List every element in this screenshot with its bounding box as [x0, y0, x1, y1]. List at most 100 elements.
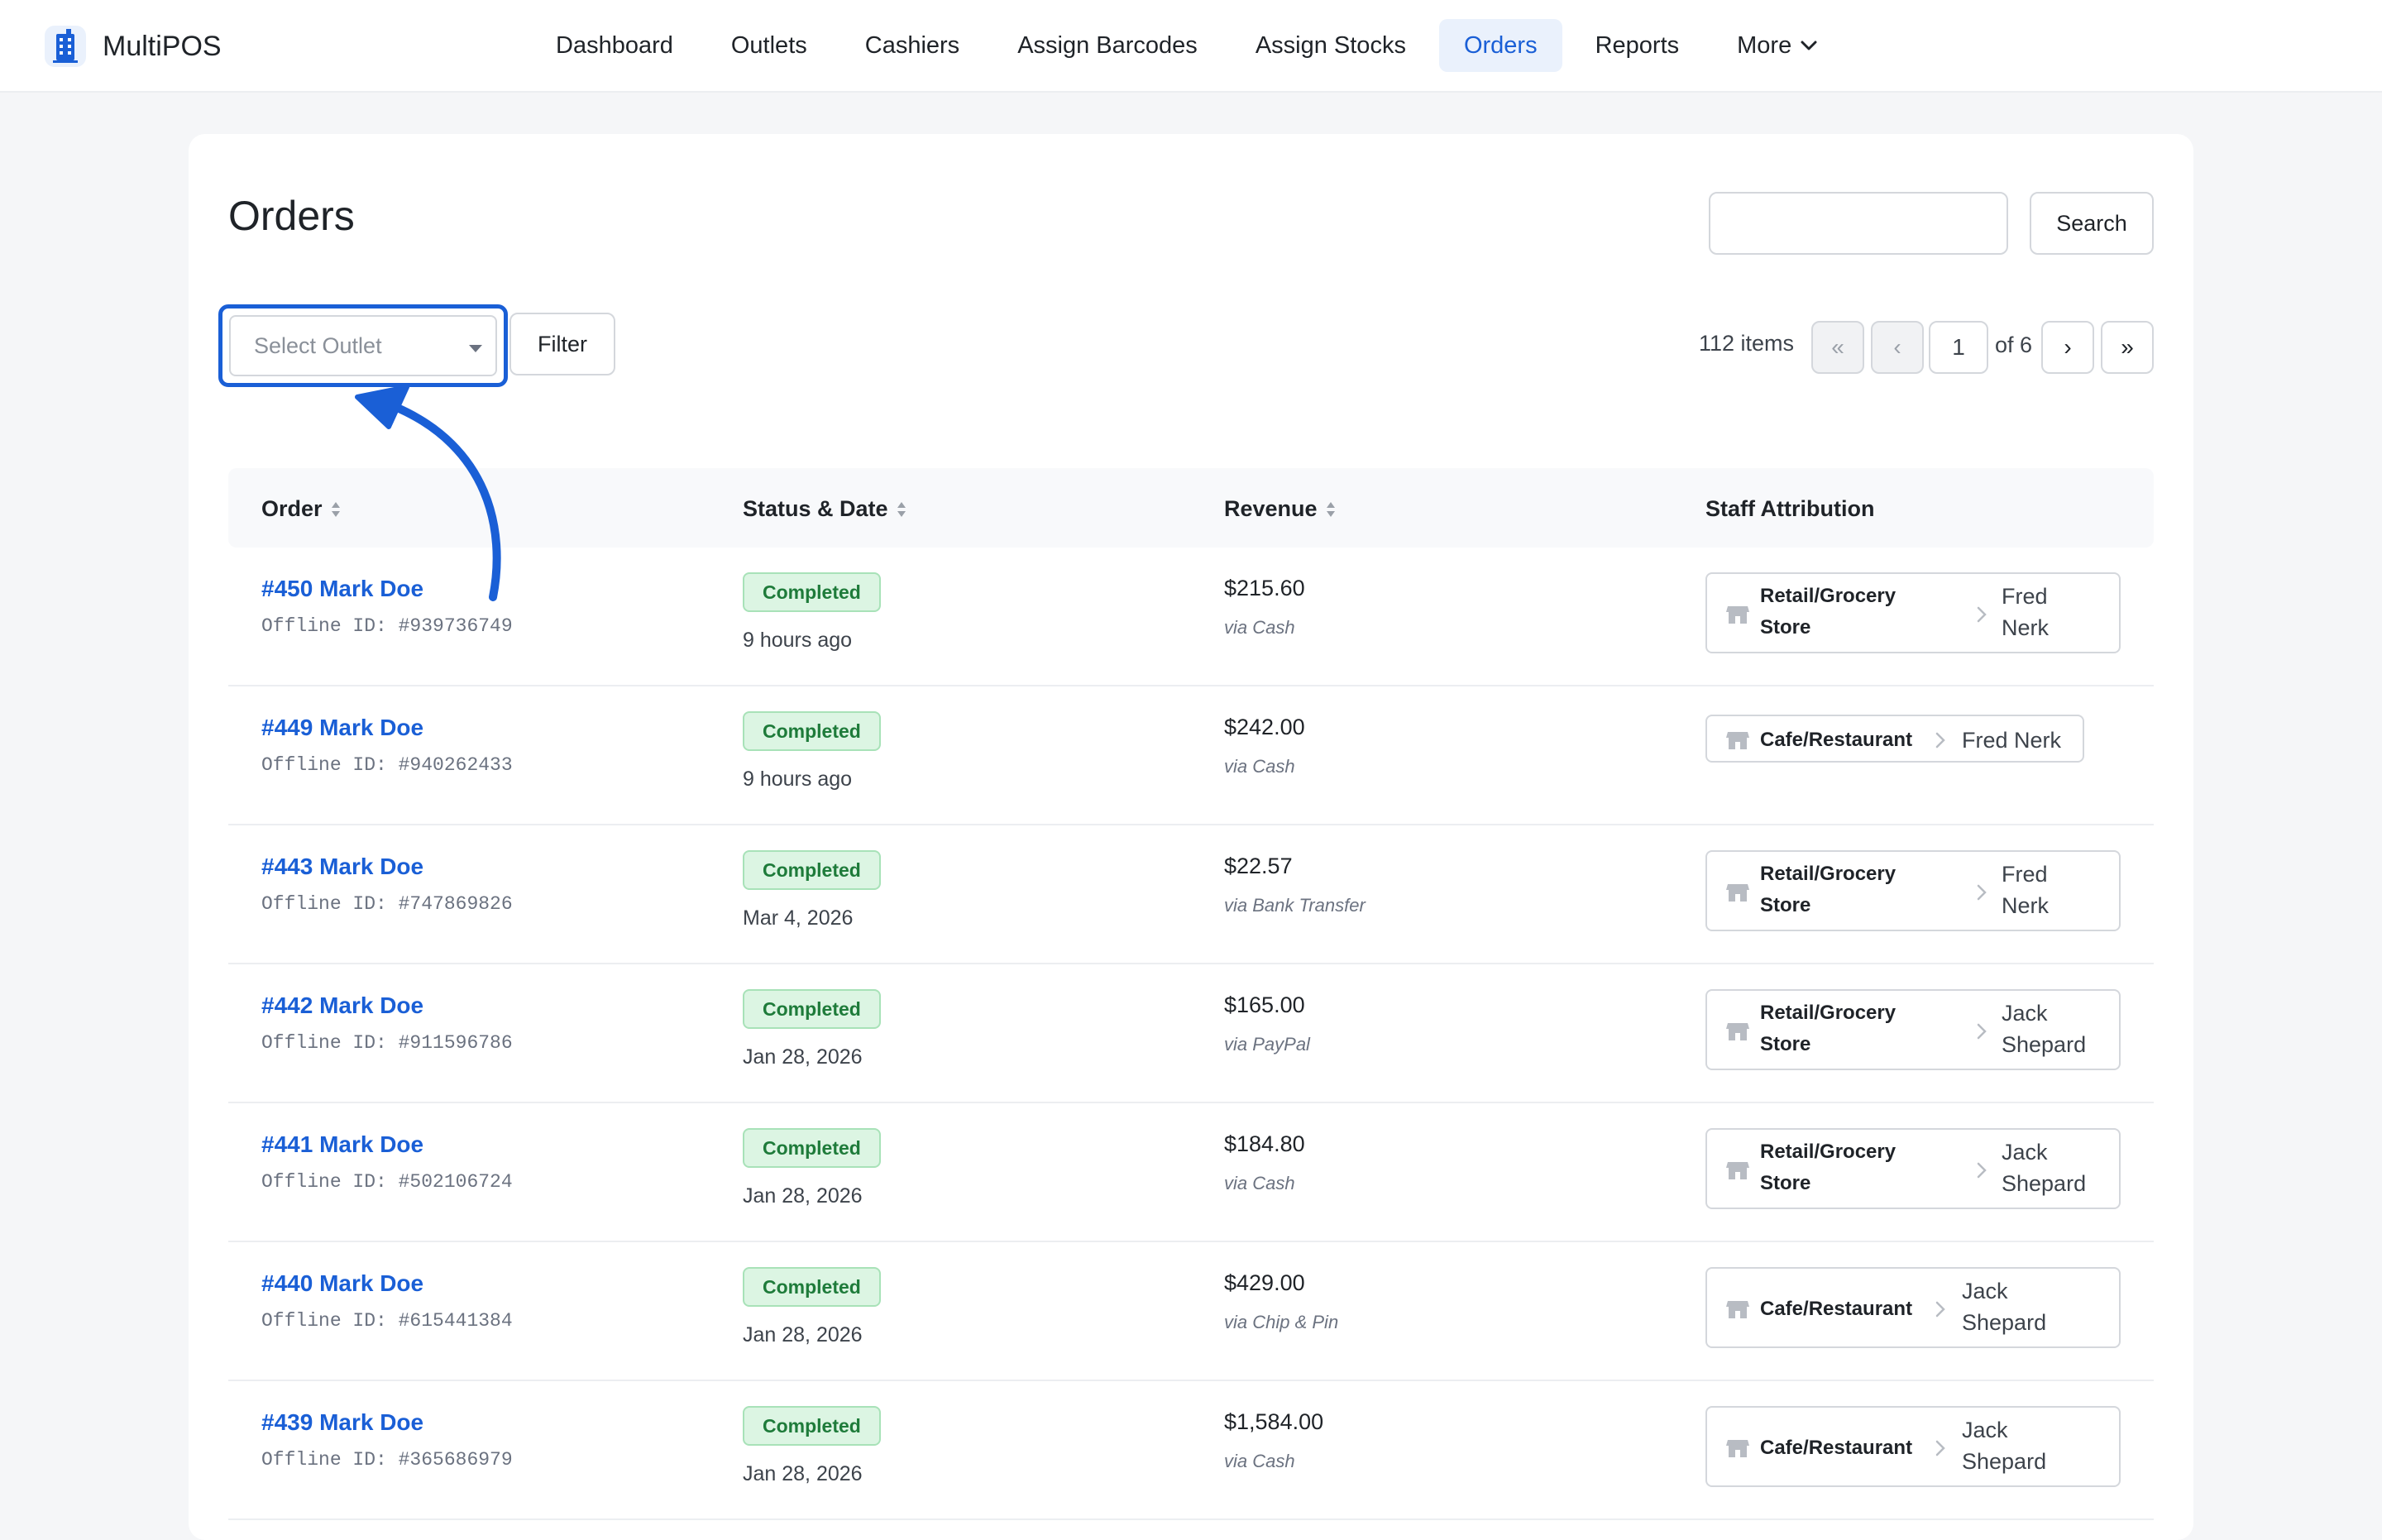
order-revenue: $1,584.00: [1224, 1409, 1324, 1434]
chevron-right-icon: [1977, 1162, 1987, 1179]
offline-id: Offline ID: #911596786: [261, 1032, 513, 1054]
payment-method: via Cash: [1224, 1173, 1295, 1193]
column-header-order[interactable]: Order: [261, 496, 341, 522]
order-link[interactable]: #442 Mark Doe: [261, 992, 423, 1019]
order-link[interactable]: #441 Mark Doe: [261, 1131, 423, 1158]
staff-attribution-chip[interactable]: Cafe/Restaurant Fred Nerk: [1705, 715, 2084, 763]
staff-attribution-chip[interactable]: Retail/Grocery Store Fred Nerk: [1705, 572, 2121, 653]
table-row[interactable]: #441 Mark Doe Offline ID: #502106724 Com…: [228, 1103, 2154, 1242]
store-icon: [1725, 1158, 1750, 1183]
order-date: Jan 28, 2026: [743, 1462, 863, 1485]
table-row[interactable]: #450 Mark Doe Offline ID: #939736749 Com…: [228, 548, 2154, 686]
staff-name: Fred Nerk: [2002, 862, 2050, 918]
order-link[interactable]: #443 Mark Doe: [261, 854, 423, 880]
outlet-select[interactable]: Select Outlet: [229, 315, 497, 376]
nav-item-cashiers[interactable]: Cashiers: [840, 19, 984, 72]
table-row[interactable]: #442 Mark Doe Offline ID: #911596786 Com…: [228, 964, 2154, 1103]
nav-item-reports[interactable]: Reports: [1571, 19, 1705, 72]
prev-page-button[interactable]: ‹: [1871, 321, 1924, 374]
nav-item-assign-stocks[interactable]: Assign Stocks: [1231, 19, 1431, 72]
chevron-right-icon: [1935, 1440, 1945, 1456]
staff-name: Jack Shepard: [1962, 1418, 2047, 1474]
order-date: Jan 28, 2026: [743, 1045, 863, 1069]
last-page-button[interactable]: »: [2101, 321, 2154, 374]
nav-item-outlets[interactable]: Outlets: [706, 19, 832, 72]
caret-down-icon: [469, 345, 482, 352]
chevron-right-icon: [1977, 884, 1987, 901]
order-date: Jan 28, 2026: [743, 1184, 863, 1208]
staff-attribution-chip[interactable]: Retail/Grocery Store Fred Nerk: [1705, 850, 2121, 931]
first-page-button[interactable]: «: [1811, 321, 1864, 374]
column-header-label: Staff Attribution: [1705, 496, 1875, 521]
main-nav: Dashboard Outlets Cashiers Assign Barcod…: [531, 19, 1851, 72]
chevron-right-icon: [1977, 1023, 1987, 1040]
table-row[interactable]: #439 Mark Doe Offline ID: #365686979 Com…: [228, 1381, 2154, 1520]
search-button[interactable]: Search: [2030, 192, 2154, 255]
outlet-name: Cafe/Restaurant: [1760, 729, 1913, 751]
status-badge: Completed: [743, 850, 881, 890]
table-row[interactable]: #440 Mark Doe Offline ID: #615441384 Com…: [228, 1242, 2154, 1381]
brand[interactable]: MultiPOS: [41, 22, 222, 71]
nav-item-more[interactable]: More: [1712, 19, 1843, 72]
chevron-right-icon: [1977, 606, 1987, 623]
staff-attribution-chip[interactable]: Cafe/Restaurant Jack Shepard: [1705, 1406, 2121, 1487]
offline-id: Offline ID: #615441384: [261, 1310, 513, 1332]
order-link[interactable]: #439 Mark Doe: [261, 1409, 423, 1436]
outlet-name: Cafe/Restaurant: [1760, 1298, 1913, 1320]
page-title: Orders: [228, 193, 355, 239]
column-header-status-date[interactable]: Status & Date: [743, 496, 906, 522]
order-revenue: $184.80: [1224, 1131, 1305, 1156]
nav-item-orders[interactable]: Orders: [1438, 19, 1562, 72]
filter-button[interactable]: Filter: [509, 313, 615, 375]
status-badge: Completed: [743, 1128, 881, 1168]
staff-name: Fred Nerk: [2002, 584, 2050, 640]
offline-id: Offline ID: #939736749: [261, 615, 513, 637]
order-revenue: $429.00: [1224, 1270, 1305, 1295]
staff-attribution-chip[interactable]: Cafe/Restaurant Jack Shepard: [1705, 1267, 2121, 1348]
column-header-revenue[interactable]: Revenue: [1224, 496, 1336, 522]
table-row[interactable]: #449 Mark Doe Offline ID: #940262433 Com…: [228, 686, 2154, 825]
page-total: of 6: [1995, 332, 2033, 357]
brand-name: MultiPOS: [103, 30, 222, 62]
order-revenue: $215.60: [1224, 576, 1305, 600]
chevron-right-icon: [1935, 732, 1945, 748]
offline-id: Offline ID: #940262433: [261, 754, 513, 776]
status-badge: Completed: [743, 1267, 881, 1307]
nav-item-dashboard[interactable]: Dashboard: [531, 19, 698, 72]
nav-item-assign-barcodes[interactable]: Assign Barcodes: [992, 19, 1222, 72]
outlet-name: Retail/Grocery Store: [1760, 1141, 1897, 1194]
order-revenue: $22.57: [1224, 854, 1293, 878]
order-link[interactable]: #449 Mark Doe: [261, 715, 423, 741]
nav-item-label: Assign Barcodes: [1017, 31, 1198, 59]
order-link[interactable]: #440 Mark Doe: [261, 1270, 423, 1297]
column-header-label: Status & Date: [743, 496, 888, 521]
staff-name: Fred Nerk: [1962, 728, 2062, 753]
items-count: 112 items: [1699, 331, 1795, 356]
status-badge: Completed: [743, 989, 881, 1029]
staff-attribution-chip[interactable]: Retail/Grocery Store Jack Shepard: [1705, 989, 2121, 1070]
outlet-name: Retail/Grocery Store: [1760, 585, 1897, 638]
staff-attribution-chip[interactable]: Retail/Grocery Store Jack Shepard: [1705, 1128, 2121, 1209]
page-number-input[interactable]: 1: [1929, 321, 1988, 374]
store-icon: [1725, 1019, 1750, 1044]
sort-icon: [1326, 501, 1335, 517]
table-header: Order Status & Date Revenue Staff Attrib…: [228, 468, 2154, 548]
order-date: Mar 4, 2026: [743, 906, 854, 930]
outlet-select-highlight: Select Outlet: [218, 304, 508, 387]
order-link[interactable]: #450 Mark Doe: [261, 576, 423, 602]
payment-method: via Cash: [1224, 617, 1295, 638]
nav-item-label: Reports: [1595, 31, 1680, 59]
next-page-button[interactable]: ›: [2041, 321, 2094, 374]
order-revenue: $165.00: [1224, 992, 1305, 1017]
payment-method: via Bank Transfer: [1224, 895, 1366, 916]
table-row[interactable]: #443 Mark Doe Offline ID: #747869826 Com…: [228, 825, 2154, 964]
nav-item-label: More: [1737, 31, 1792, 59]
staff-name: Jack Shepard: [2002, 1001, 2087, 1057]
sort-icon: [331, 501, 340, 517]
staff-name: Jack Shepard: [1962, 1279, 2047, 1335]
order-date: 9 hours ago: [743, 629, 853, 652]
nav-item-label: Cashiers: [864, 31, 960, 59]
building-logo-icon: [45, 26, 86, 67]
search-input[interactable]: [1709, 192, 2008, 255]
outlet-name: Retail/Grocery Store: [1760, 1002, 1897, 1055]
